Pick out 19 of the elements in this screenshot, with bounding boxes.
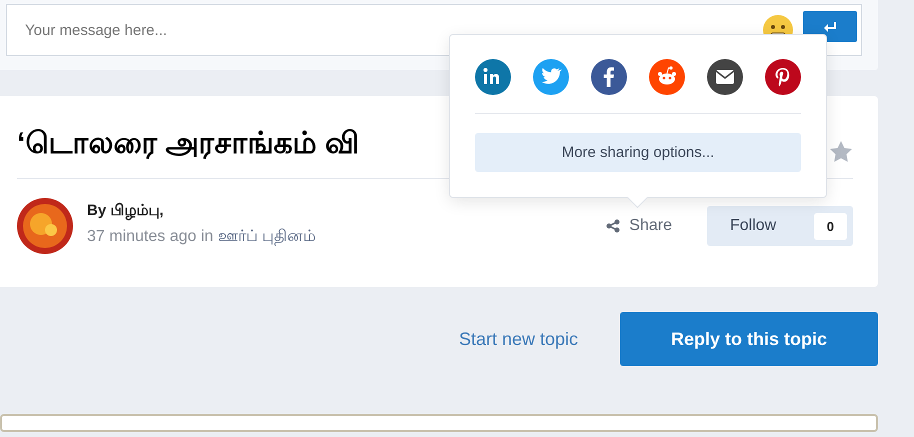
avatar-icon[interactable] (17, 198, 73, 254)
linkedin-icon[interactable] (475, 59, 511, 95)
pin-icon[interactable] (765, 59, 801, 95)
post-time: 37 minutes ago in (87, 228, 214, 244)
enter-icon (824, 22, 836, 32)
author-name: By பிழம்பு, (87, 202, 165, 220)
alien-head-icon[interactable] (649, 59, 685, 95)
follower-count: 0 (814, 212, 847, 240)
share-icon (606, 219, 620, 233)
more-sharing-button[interactable]: More sharing options... (475, 133, 801, 172)
star-icon[interactable] (829, 140, 853, 164)
start-topic-link[interactable]: Start new topic (458, 328, 578, 350)
share-button[interactable]: Share (606, 217, 672, 235)
envelope-icon[interactable] (707, 59, 743, 95)
follow-button[interactable]: Follow 0 (707, 206, 853, 246)
letter-f-icon[interactable] (591, 59, 627, 95)
bird-icon[interactable] (533, 59, 569, 95)
reply-button[interactable]: Reply to this topic (620, 312, 878, 366)
forum-link[interactable]: ஊர்ப் புதினம் (218, 228, 316, 244)
